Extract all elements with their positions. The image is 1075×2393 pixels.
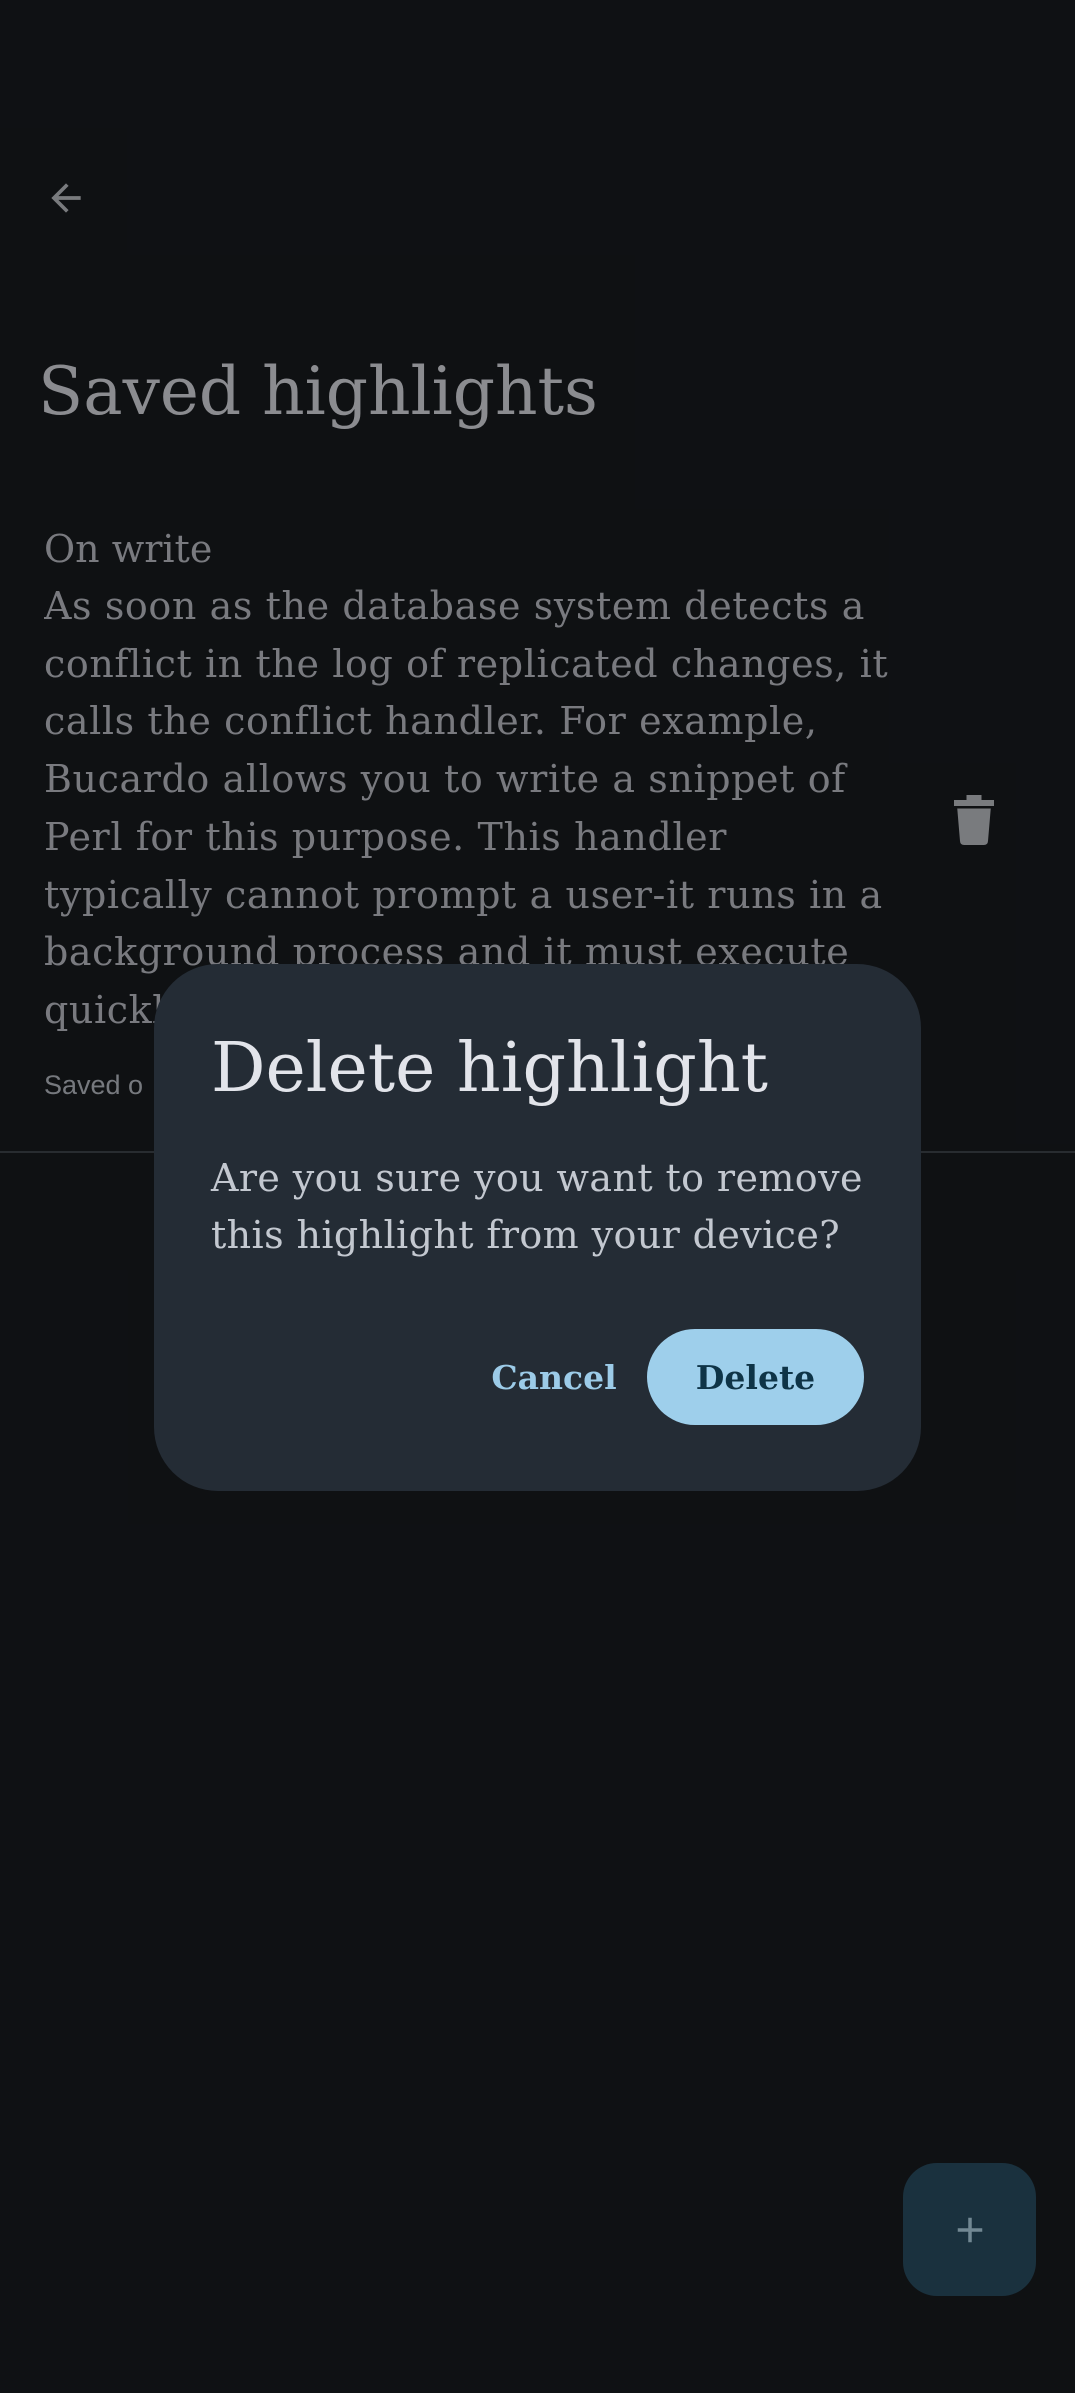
cancel-button[interactable]: Cancel [469, 1329, 639, 1425]
dialog-title: Delete highlight [211, 1029, 768, 1108]
delete-button[interactable]: Delete [647, 1329, 864, 1425]
dialog-message: Are you sure you want to remove this hig… [211, 1156, 863, 1257]
delete-highlight-dialog: Delete highlight Are you sure you want t… [154, 964, 921, 1491]
